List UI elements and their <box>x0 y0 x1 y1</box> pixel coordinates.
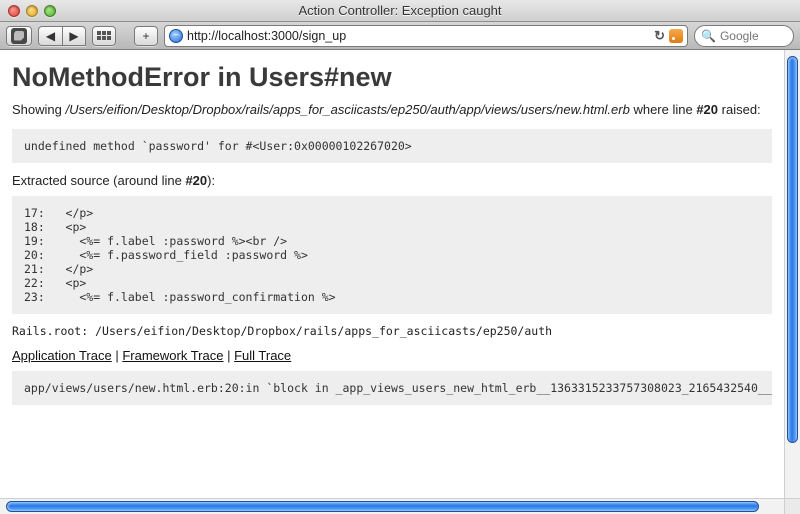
raised-text: raised: <box>718 102 761 117</box>
error-line-number: #20 <box>696 102 718 117</box>
rss-icon[interactable] <box>669 29 683 43</box>
top-sites-button[interactable] <box>92 26 116 46</box>
content-wrapper: NoMethodError in Users#new Showing /User… <box>0 50 800 514</box>
window-title: Action Controller: Exception caught <box>298 3 501 18</box>
evernote-icon <box>11 28 27 44</box>
trace-sep-2: | <box>223 348 234 363</box>
extracted-source-block: 17: </p> 18: <p> 19: <%= f.label :passwo… <box>12 196 772 314</box>
extracted-source-label: Extracted source (around line #20): <box>12 173 772 188</box>
browser-toolbar: ◀ ▶ + ↻ 🔍 <box>0 22 800 50</box>
vertical-scrollbar[interactable] <box>784 50 800 498</box>
trace-links: Application Trace | Framework Trace | Fu… <box>12 348 772 363</box>
trace-sep-1: | <box>112 348 123 363</box>
site-favicon-icon <box>169 29 183 43</box>
url-input[interactable] <box>187 29 650 43</box>
back-button[interactable]: ◀ <box>38 26 62 46</box>
vscroll-thumb[interactable] <box>787 56 798 443</box>
app-trace-block: app/views/users/new.html.erb:20:in `bloc… <box>12 371 772 405</box>
add-bookmark-button[interactable]: + <box>134 26 158 46</box>
error-showing-line: Showing /Users/eifion/Desktop/Dropbox/ra… <box>12 101 772 119</box>
search-input[interactable] <box>720 29 784 43</box>
minimize-button[interactable] <box>26 5 38 17</box>
showing-line-text: where line <box>633 102 696 117</box>
extracted-suffix: ): <box>207 173 215 188</box>
window-titlebar: Action Controller: Exception caught <box>0 0 800 22</box>
nav-button-group: ◀ ▶ <box>38 26 86 46</box>
showing-prefix: Showing <box>12 102 65 117</box>
full-trace-link[interactable]: Full Trace <box>234 348 291 363</box>
search-icon: 🔍 <box>701 29 716 43</box>
close-button[interactable] <box>8 5 20 17</box>
vscroll-track <box>787 54 798 494</box>
hscroll-thumb[interactable] <box>6 501 759 512</box>
error-heading: NoMethodError in Users#new <box>12 62 772 93</box>
evernote-button[interactable] <box>6 26 32 46</box>
rails-root-label: Rails.root: <box>12 324 95 338</box>
zoom-button[interactable] <box>44 5 56 17</box>
rails-root-line: Rails.root: /Users/eifion/Desktop/Dropbo… <box>12 324 772 338</box>
hscroll-track <box>4 501 780 512</box>
rails-root-path: /Users/eifion/Desktop/Dropbox/rails/apps… <box>95 324 552 338</box>
error-message-block: undefined method `password' for #<User:0… <box>12 129 772 163</box>
horizontal-scrollbar[interactable] <box>0 498 784 514</box>
scroll-corner <box>784 498 800 514</box>
reload-button[interactable]: ↻ <box>654 28 665 44</box>
showing-path: /Users/eifion/Desktop/Dropbox/rails/apps… <box>65 102 629 117</box>
top-sites-icon <box>97 31 111 41</box>
extracted-prefix: Extracted source (around line <box>12 173 185 188</box>
framework-trace-link[interactable]: Framework Trace <box>122 348 223 363</box>
page-body: NoMethodError in Users#new Showing /User… <box>0 50 784 498</box>
search-bar[interactable]: 🔍 <box>694 25 794 47</box>
url-bar[interactable]: ↻ <box>164 25 688 47</box>
traffic-lights <box>8 5 56 17</box>
extracted-line-number: #20 <box>185 173 207 188</box>
application-trace-link[interactable]: Application Trace <box>12 348 112 363</box>
forward-button[interactable]: ▶ <box>62 26 86 46</box>
